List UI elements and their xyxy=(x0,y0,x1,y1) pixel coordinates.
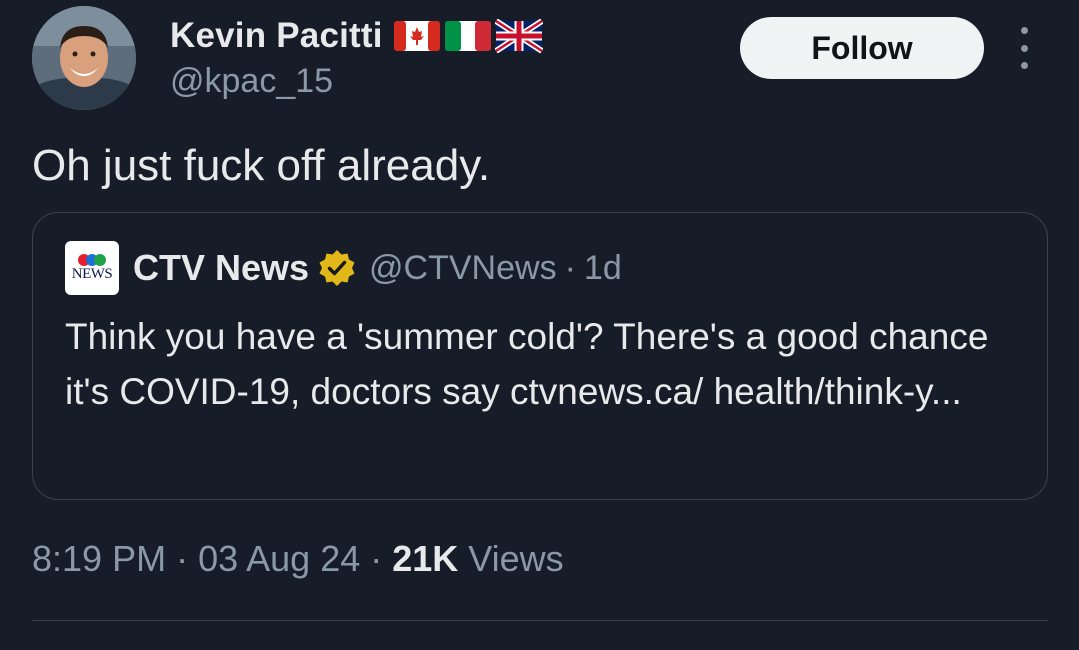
italy-flag-icon xyxy=(444,21,491,51)
more-vertical-icon[interactable] xyxy=(1010,27,1038,69)
quoted-tweet-text: Think you have a 'summer cold'? There's … xyxy=(65,316,989,412)
tweet-meta: 8:19 PM · 03 Aug 24 · 21K Views xyxy=(32,538,564,580)
author-name-row: Kevin Pacitti xyxy=(170,14,543,58)
tweet-date[interactable]: 03 Aug 24 xyxy=(198,538,360,580)
separator-dot: · xyxy=(564,248,576,287)
quoted-author-name[interactable]: CTV News xyxy=(133,247,309,289)
more-dot xyxy=(1020,27,1028,34)
follow-button[interactable]: Follow xyxy=(740,17,984,79)
quoted-tweet-header: NEWS CTV News @CTVNews · 1d xyxy=(65,241,622,295)
author-display-name[interactable]: Kevin Pacitti xyxy=(170,16,383,56)
tweet-text: Oh just fuck off already. xyxy=(32,141,491,190)
views-label: Views xyxy=(468,538,564,579)
logo-news-word: NEWS xyxy=(71,266,113,282)
author-handle[interactable]: @kpac_15 xyxy=(170,62,333,101)
tweet-card: Kevin Pacitti @kpac_15 Follow Oh just fu… xyxy=(0,0,1079,650)
uk-flag-icon xyxy=(494,19,543,53)
quoted-author-handle[interactable]: @CTVNews xyxy=(369,249,557,288)
more-dot xyxy=(1020,62,1028,69)
more-dot xyxy=(1020,44,1028,52)
quoted-tweet[interactable]: NEWS CTV News @CTVNews · 1d Think you ha… xyxy=(32,212,1048,500)
canada-flag-icon xyxy=(393,21,440,51)
ctv-logo-icon xyxy=(78,254,106,266)
gold-verified-badge-icon xyxy=(319,250,355,286)
views-count: 21K xyxy=(392,538,459,579)
tweet-time[interactable]: 8:19 PM xyxy=(32,538,166,580)
ctv-news-logo[interactable]: NEWS xyxy=(65,241,119,295)
divider xyxy=(32,620,1048,621)
author-flags xyxy=(393,19,543,53)
separator-dot: · xyxy=(176,538,189,579)
separator-dot: · xyxy=(370,538,383,579)
avatar[interactable] xyxy=(32,6,136,110)
quoted-timestamp[interactable]: 1d xyxy=(584,249,622,288)
